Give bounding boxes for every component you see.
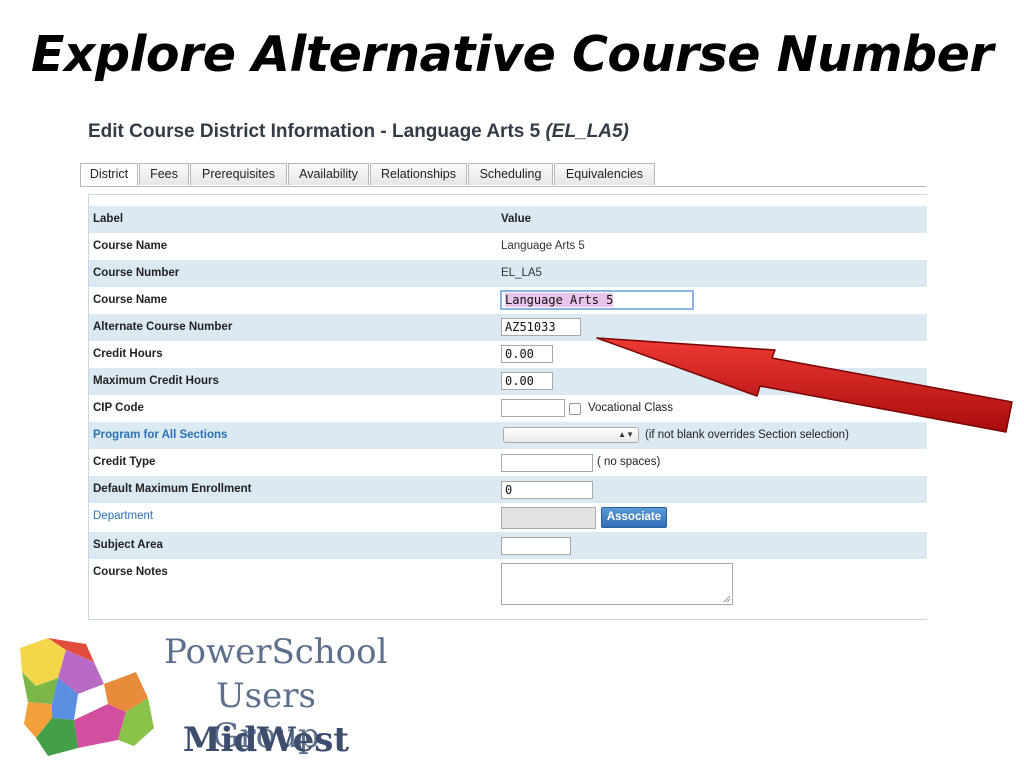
logo-line1: PowerSchool	[164, 632, 388, 672]
midwest-map-icon	[20, 638, 154, 756]
powerschool-midwest-logo: PowerSchool Users Group MidWest	[8, 628, 388, 766]
logo-line3: MidWest	[182, 720, 350, 760]
